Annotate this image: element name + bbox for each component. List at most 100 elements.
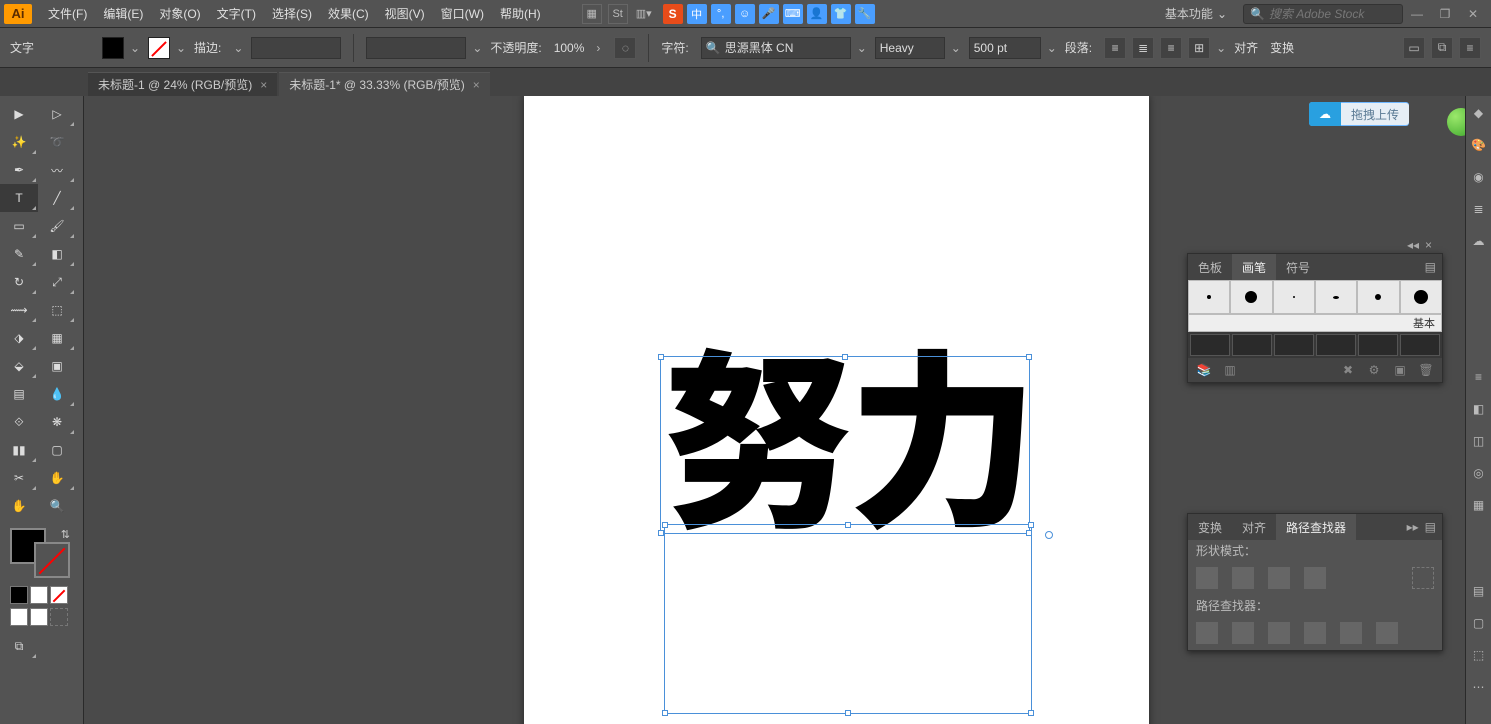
brush-variant[interactable] [1400,334,1440,356]
dock-layers2-icon[interactable]: ▤ [1470,582,1488,600]
ime-tool-button[interactable]: 🔧 [855,4,875,24]
rectangle-tool[interactable]: ▭ [0,212,38,240]
brush-thumb[interactable] [1357,280,1399,314]
brush-thumb[interactable] [1188,280,1230,314]
menu-object[interactable]: 对象(O) [151,0,208,27]
window-minimize[interactable]: — [1407,6,1427,22]
brush-variant[interactable] [1316,334,1356,356]
tab-pathfinder[interactable]: 路径查找器 [1276,514,1356,540]
stroke-weight-field[interactable] [251,37,341,59]
brush-thumb[interactable] [1315,280,1357,314]
expand-button[interactable] [1412,567,1434,589]
divide-button[interactable] [1196,622,1218,644]
dock-appearance-icon[interactable]: ◎ [1470,464,1488,482]
tab-transform[interactable]: 变换 [1188,514,1232,540]
brush-variant[interactable] [1190,334,1230,356]
document-tab-1[interactable]: 未标题-1 @ 24% (RGB/预览) × [88,72,277,96]
magic-wand-tool[interactable]: ✨ [0,128,38,156]
color-mode-none[interactable] [50,586,68,604]
ime-emoji-button[interactable]: ☺ [735,4,755,24]
dock-graphic-styles-icon[interactable]: ▦ [1470,496,1488,514]
shape-builder-tool[interactable]: ⬗ [0,324,38,352]
weight-dropdown[interactable]: ⌄ [951,41,963,55]
font-size-field[interactable]: 500 pt [969,37,1041,59]
brush-variant[interactable] [1274,334,1314,356]
hand-tool[interactable]: ✋ [38,464,76,492]
align-link[interactable]: 对齐 [1234,39,1258,56]
brush-basic-row[interactable]: 基本 [1188,314,1442,332]
live-paint-tool[interactable]: ▦ [38,324,76,352]
column-graph-tool[interactable]: ▮▮ [0,436,38,464]
warp-button[interactable]: ⊞ [1188,37,1210,59]
free-transform-tool[interactable]: ⬚ [38,296,76,324]
minus-back-button[interactable] [1376,622,1398,644]
tab-brushes[interactable]: 画笔 [1232,254,1276,280]
menu-window[interactable]: 窗口(W) [433,0,492,27]
stroke-dropdown[interactable]: ⌄ [176,41,188,55]
blend-tool[interactable]: ⟐ [0,408,38,436]
sogou-icon[interactable]: S [663,4,683,24]
eraser-tool[interactable]: ◧ [38,240,76,268]
dock-libraries-icon[interactable]: ☁ [1470,232,1488,250]
stroke same-box[interactable] [34,542,70,578]
unite-button[interactable] [1196,567,1218,589]
crop-button[interactable] [1304,622,1326,644]
outline-button[interactable] [1340,622,1362,644]
dock-assets-icon[interactable]: ⬚ [1470,646,1488,664]
tab-swatches[interactable]: 色板 [1188,254,1232,280]
mesh-tool[interactable]: ▣ [38,352,76,380]
brush-dropdown[interactable]: ⌄ [472,41,484,55]
text-selection-box[interactable] [660,356,1030,534]
brushes-panel[interactable]: ◂◂ × 色板 画笔 符号 ▤ 基本 📚 ▥ ✖ ⚙ ▣ 🗑 [1187,253,1443,383]
panel-menu-icon[interactable]: ▤ [1425,260,1436,274]
close-icon[interactable]: × [260,78,267,92]
style-icon[interactable]: ◌ [614,37,636,59]
dock-stroke-icon[interactable]: ≡ [1470,368,1488,386]
swap-icon[interactable]: ⇅ [61,528,70,541]
fill-swatch[interactable] [102,37,124,59]
scale-tool[interactable]: ⤢ [38,268,76,296]
menu-effect[interactable]: 效果(C) [320,0,377,27]
selection-tool[interactable]: ▶ [0,100,38,128]
symbol-spray-tool[interactable]: ❋ [38,408,76,436]
dock-more-icon[interactable]: ⋯ [1470,678,1488,696]
intersect-button[interactable] [1268,567,1290,589]
color-mode-solid[interactable] [10,586,28,604]
workspace-switcher[interactable]: 基本功能 ⌄ [1155,5,1237,22]
isolate-icon[interactable]: ▭ [1403,37,1425,59]
perspective-tool[interactable]: ⬙ [0,352,38,380]
color-mode-gradient[interactable] [30,586,48,604]
size-dropdown[interactable]: ⌄ [1047,41,1059,55]
stock-icon[interactable]: St [608,4,628,24]
brush-lib-icon[interactable]: 📚 [1196,362,1212,378]
screen-mode-tool[interactable]: ⧉ [0,632,38,660]
align-center-button[interactable]: ≣ [1132,37,1154,59]
tab-align[interactable]: 对齐 [1232,514,1276,540]
ime-skin-button[interactable]: 👕 [831,4,851,24]
dock-layers-icon[interactable]: ≣ [1470,200,1488,218]
ime-voice-button[interactable]: 🎤 [759,4,779,24]
draw-behind[interactable] [30,608,48,626]
opacity-dropdown[interactable]: › [596,41,608,55]
ime-keyboard-button[interactable]: ⌨ [783,4,803,24]
warp-dropdown[interactable]: ⌄ [1216,41,1228,55]
brush-variant[interactable] [1358,334,1398,356]
panel-menu-icon[interactable]: ≡ [1459,37,1481,59]
direct-select-tool[interactable]: ▷ [38,100,76,128]
pen-tool[interactable]: ✒ [0,156,38,184]
menu-help[interactable]: 帮助(H) [492,0,549,27]
dock-transparency-icon[interactable]: ◫ [1470,432,1488,450]
stroke-weight-link[interactable]: ⌄ [233,41,245,55]
window-restore[interactable]: ❐ [1435,6,1455,22]
brush-thumb[interactable] [1273,280,1315,314]
brush-libmenu-icon[interactable]: ▥ [1222,362,1238,378]
gradient-tool[interactable]: ▤ [0,380,38,408]
align-right-button[interactable]: ≡ [1160,37,1182,59]
fill-stroke-control[interactable]: ⇅ [10,528,70,578]
bridge-icon[interactable]: ▦ [582,4,602,24]
remove-stroke-icon[interactable]: ✖ [1340,362,1356,378]
align-left-button[interactable]: ≡ [1104,37,1126,59]
dock-gradient-icon[interactable]: ◧ [1470,400,1488,418]
brush-thumb[interactable] [1230,280,1272,314]
artboard-tool[interactable]: ▢ [38,436,76,464]
